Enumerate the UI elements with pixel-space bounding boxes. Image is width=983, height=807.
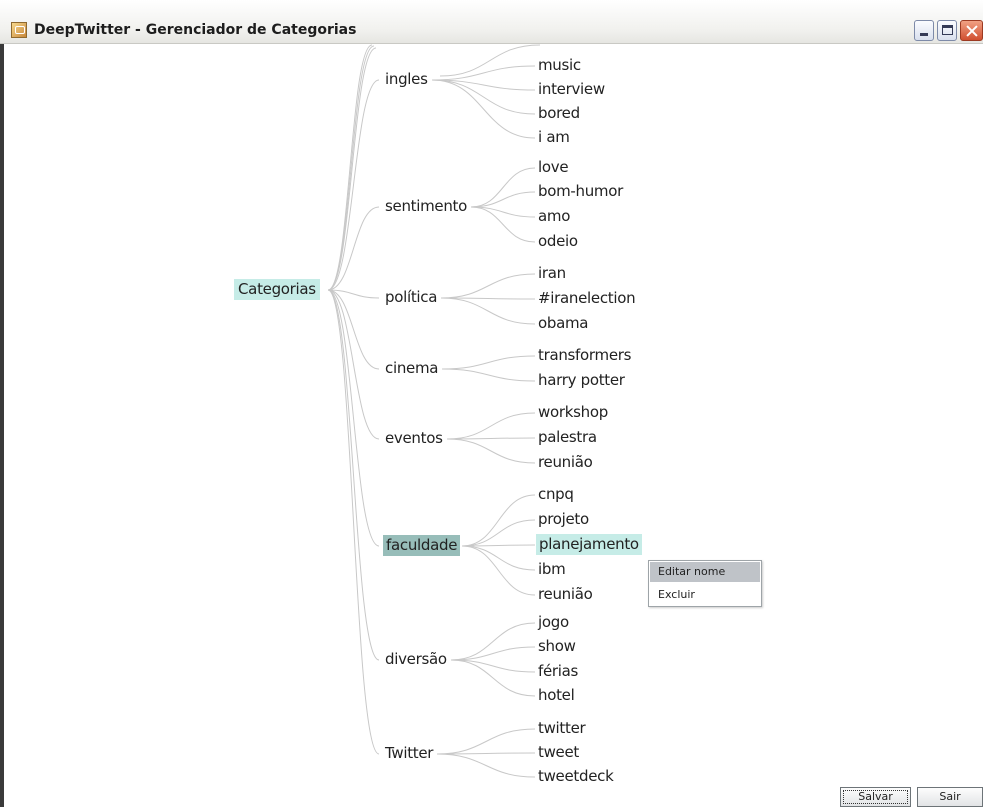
leaf-edge-offscreen [439, 44, 541, 77]
category-node-diversao[interactable]: diversão [383, 649, 449, 670]
root-edge-offscreen [327, 44, 373, 291]
root-edge [327, 289, 380, 661]
minimize-button[interactable] [914, 20, 934, 41]
category-edge [450, 622, 536, 661]
leaf-node-love[interactable]: love [536, 157, 570, 178]
leaf-node-harry-potter[interactable]: harry potter [536, 370, 627, 391]
leaf-node-transformers[interactable]: transformers [536, 345, 633, 366]
category-edge [446, 438, 536, 464]
category-edge [440, 297, 536, 325]
leaf-node-amo[interactable]: amo [536, 206, 572, 227]
category-edge [431, 79, 536, 139]
exit-button[interactable]: Sair [917, 787, 983, 807]
category-edge [431, 79, 536, 115]
window-title-bar[interactable]: DeepTwitter - Gerenciador de Categorias [0, 0, 983, 44]
root-edge [327, 289, 380, 440]
category-edge [440, 273, 536, 299]
leaf-node-bored[interactable]: bored [536, 103, 582, 124]
category-edge [470, 206, 536, 243]
leaf-node-hotel[interactable]: hotel [536, 685, 576, 706]
leaf-node-ferias[interactable]: férias [536, 661, 580, 682]
maximize-button[interactable] [937, 20, 957, 41]
category-edge [436, 752, 536, 755]
leaf-node-iran[interactable]: iran [536, 263, 568, 284]
leaf-node-bom-humor[interactable]: bom-humor [536, 181, 625, 202]
category-node-twitter[interactable]: Twitter [383, 743, 435, 764]
leaf-node-workshop[interactable]: workshop [536, 402, 610, 423]
root-edge [327, 289, 380, 547]
menu-item-delete[interactable]: Excluir [650, 585, 760, 605]
leaf-node-show[interactable]: show [536, 636, 578, 657]
category-edge [446, 437, 536, 440]
menu-item-edit-name[interactable]: Editar nome [650, 562, 760, 582]
window-title: DeepTwitter - Gerenciador de Categorias [34, 22, 357, 38]
java-app-icon [11, 22, 27, 38]
category-edge [450, 659, 536, 673]
context-menu[interactable]: Editar nome Excluir [648, 560, 762, 607]
close-button[interactable] [960, 20, 983, 41]
leaf-node-interview[interactable]: interview [536, 79, 607, 100]
category-node-eventos[interactable]: eventos [383, 428, 445, 449]
leaf-node-cnpq[interactable]: cnpq [536, 484, 576, 505]
category-edge [470, 206, 536, 218]
root-edge [327, 289, 380, 370]
category-node-cinema[interactable]: cinema [383, 358, 440, 379]
leaf-node-twitter[interactable]: twitter [536, 718, 587, 739]
category-edge [431, 79, 536, 91]
category-edge [446, 412, 536, 440]
leaf-node-projeto[interactable]: projeto [536, 509, 591, 530]
category-edge [450, 646, 536, 661]
category-edge [461, 545, 536, 571]
category-edge [441, 355, 536, 370]
save-button[interactable]: Salvar [840, 787, 911, 807]
root-edge [327, 289, 380, 755]
window-frame-left [0, 44, 4, 807]
leaf-node-i-am[interactable]: i am [536, 127, 572, 148]
category-edge [470, 191, 536, 208]
leaf-node-reuniao[interactable]: reunião [536, 452, 595, 473]
category-edge [461, 544, 536, 547]
category-node-politica[interactable]: política [383, 287, 439, 308]
category-edge [436, 728, 536, 755]
category-edge [450, 659, 536, 697]
root-edge-offscreen [327, 47, 377, 291]
category-edge [440, 297, 536, 300]
leaf-node-palestra[interactable]: palestra [536, 427, 599, 448]
category-edge [461, 519, 536, 547]
leaf-node-tweetdeck[interactable]: tweetdeck [536, 766, 615, 787]
leaf-node-ibm[interactable]: ibm [536, 559, 567, 580]
root-edge [327, 289, 380, 299]
leaf-node-tweet[interactable]: tweet [536, 742, 581, 763]
category-edge [470, 167, 536, 208]
tree-connector-lines [327, 44, 541, 778]
category-edge [461, 545, 536, 596]
leaf-node-obama[interactable]: obama [536, 313, 590, 334]
leaf-node-reuniao[interactable]: reunião [536, 584, 595, 605]
root-edge-offscreen [327, 45, 375, 291]
leaf-node-odeio[interactable]: odeio [536, 231, 580, 252]
tree-root-node[interactable]: Categorias [234, 279, 320, 300]
category-node-ingles[interactable]: ingles [383, 69, 430, 90]
root-edge [327, 79, 380, 291]
leaf-node-planejamento[interactable]: planejamento [536, 534, 642, 555]
root-edge [327, 206, 380, 291]
category-edge [461, 494, 536, 547]
category-edge [441, 368, 536, 382]
leaf-node-iranelection[interactable]: #iranelection [536, 288, 637, 309]
leaf-node-music[interactable]: music [536, 55, 583, 76]
leaf-node-jogo[interactable]: jogo [536, 612, 571, 633]
category-edge [436, 753, 536, 778]
category-edge [431, 65, 536, 81]
category-node-sentimento[interactable]: sentimento [383, 196, 469, 217]
category-node-faculdade[interactable]: faculdade [383, 535, 461, 556]
